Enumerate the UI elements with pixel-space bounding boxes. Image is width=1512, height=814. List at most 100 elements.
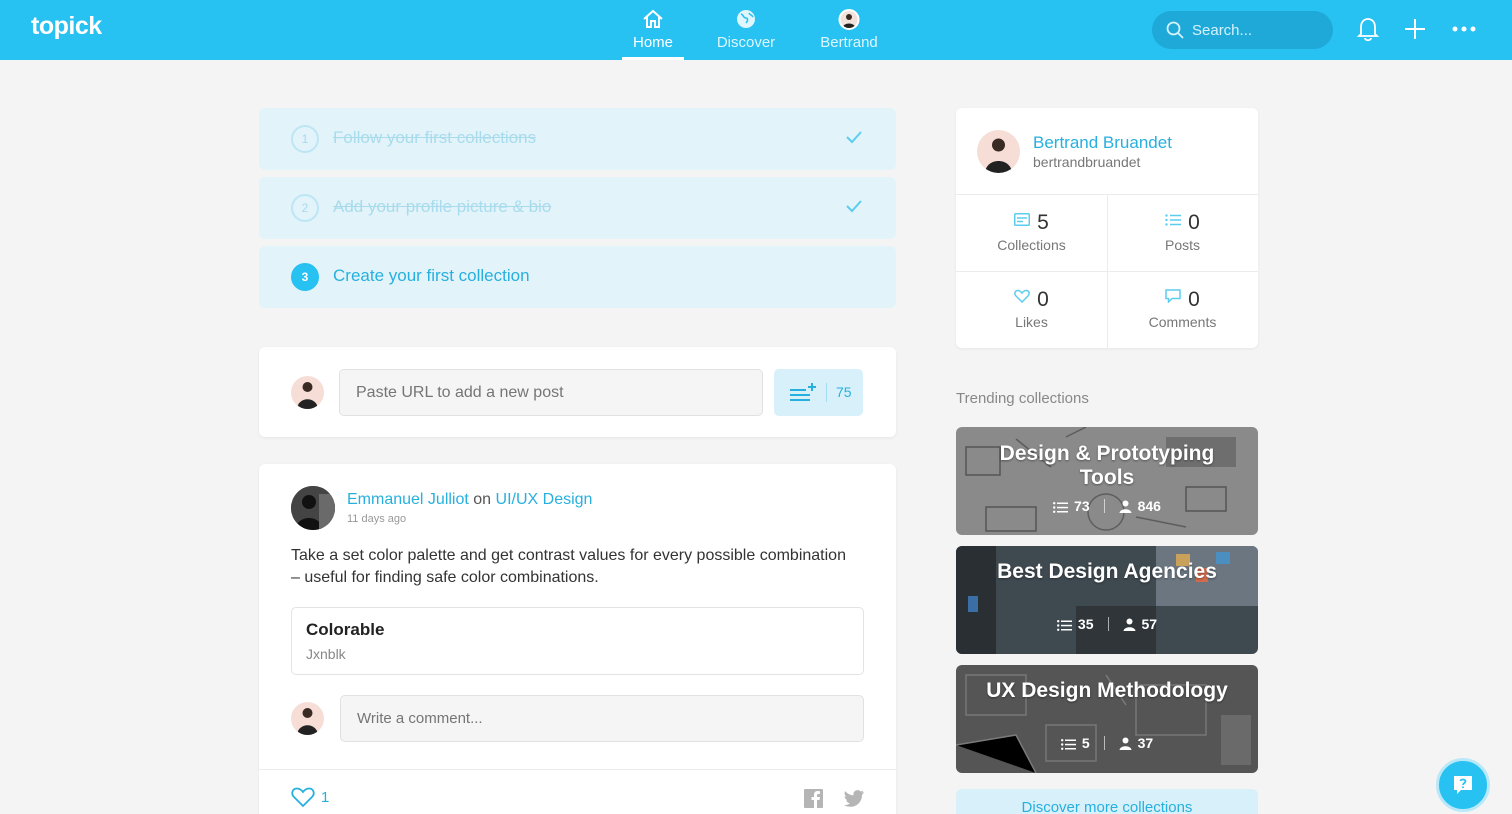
add-list-icon [790, 383, 816, 401]
link-source: Jxnblk [306, 646, 346, 662]
search-icon [1166, 21, 1184, 39]
discover-more-button[interactable]: Discover more collections [956, 789, 1258, 814]
step-label: Follow your first collections [333, 128, 537, 147]
stat-likes-label: Likes [1015, 314, 1048, 330]
user-icon [1119, 500, 1132, 513]
trending-collection-meta: 73 846 [956, 498, 1258, 514]
comment-input[interactable] [340, 695, 864, 742]
profile-name[interactable]: Bertrand Bruandet [1033, 133, 1172, 153]
onboarding-step-2[interactable]: 2 Add your profile picture & bio [259, 177, 896, 239]
collection-link[interactable]: UI/UX Design [496, 491, 593, 508]
profile-card: Bertrand Bruandet bertrandbruandet 5 Col… [956, 108, 1258, 348]
trending-collection-3[interactable]: UX Design Methodology 5 37 [956, 665, 1258, 773]
divider [259, 769, 896, 770]
on-text: on [473, 491, 492, 508]
comment-icon [1165, 289, 1181, 304]
nav-home[interactable]: Home [622, 0, 684, 60]
checkmark-icon [846, 131, 862, 144]
search-input[interactable] [1192, 11, 1322, 49]
step-label: Create your first collection [333, 266, 530, 285]
user-avatar [838, 9, 860, 30]
more-button[interactable] [1450, 15, 1478, 43]
divider [826, 383, 827, 402]
post-body: Take a set color palette and get contras… [291, 547, 846, 586]
posts-count: 73 [1074, 498, 1090, 514]
add-button[interactable] [1401, 15, 1429, 43]
plus-icon [1405, 19, 1425, 39]
stat-posts[interactable]: 0 Posts [1107, 195, 1258, 271]
trending-collection-2[interactable]: Best Design Agencies 35 57 [956, 546, 1258, 654]
new-post-card: 75 [259, 347, 896, 437]
posts-count: 5 [1081, 735, 1090, 751]
trending-title: Trending collections [956, 390, 1089, 407]
list-icon [1056, 620, 1072, 631]
stat-likes-value: 0 [1037, 288, 1049, 311]
trending-collection-meta: 5 37 [956, 735, 1258, 751]
stat-comments[interactable]: 0 Comments [1107, 272, 1258, 348]
post-header: Emmanuel Julliot on UI/UX Design [347, 491, 592, 509]
list-icon [1165, 214, 1182, 226]
home-icon [643, 9, 663, 28]
stat-posts-value: 0 [1188, 211, 1200, 234]
stat-collections[interactable]: 5 Collections [956, 195, 1107, 271]
checkmark-icon [846, 200, 862, 213]
followers-count: 57 [1141, 616, 1158, 632]
stat-comments-label: Comments [1148, 314, 1217, 330]
step-number: 1 [291, 125, 319, 153]
globe-icon [737, 10, 755, 28]
followers-count: 846 [1137, 498, 1161, 514]
user-avatar [291, 376, 324, 409]
search-box[interactable] [1152, 11, 1333, 49]
link-preview[interactable]: Colorable Jxnblk [291, 607, 864, 675]
step-label: Add your profile picture & bio [333, 197, 552, 216]
add-post-button[interactable]: 75 [774, 369, 863, 416]
nav-discover[interactable]: Discover [710, 0, 782, 60]
facebook-icon[interactable] [804, 789, 823, 808]
user-icon [1123, 618, 1135, 631]
trending-collection-meta: 35 57 [956, 616, 1258, 632]
trending-collection-name: Design & Prototyping Tools [999, 442, 1215, 489]
nav-profile-label: Bertrand [820, 34, 878, 51]
user-avatar [291, 702, 324, 735]
like-count: 1 [321, 789, 330, 806]
twitter-icon[interactable] [844, 790, 864, 807]
list-icon [1060, 739, 1076, 750]
post-timestamp: 11 days ago [347, 513, 407, 525]
list-icon [1053, 502, 1069, 513]
post-card: Emmanuel Julliot on UI/UX Design 11 days… [259, 464, 896, 814]
nav-home-label: Home [632, 34, 673, 51]
help-button[interactable] [1436, 758, 1490, 812]
post-count: 75 [836, 384, 852, 400]
stat-collections-value: 5 [1037, 211, 1049, 234]
profile-avatar[interactable] [977, 130, 1020, 173]
top-bar: topick Home Discover Bertrand [0, 0, 1512, 60]
onboarding-step-1[interactable]: 1 Follow your first collections [259, 108, 896, 170]
heart-icon[interactable] [291, 786, 315, 808]
trending-collection-name: Best Design Agencies [997, 560, 1217, 583]
link-title: Colorable [306, 620, 385, 639]
help-chat-icon [1454, 776, 1472, 794]
stat-posts-label: Posts [1164, 237, 1200, 253]
posts-count: 35 [1077, 616, 1094, 632]
trending-collection-1[interactable]: Design & Prototyping Tools 73 846 [956, 427, 1258, 535]
profile-handle: bertrandbruandet [1033, 154, 1141, 170]
collection-icon [1014, 213, 1031, 226]
nav-discover-label: Discover [716, 34, 776, 51]
stat-likes[interactable]: 0 Likes [956, 272, 1107, 348]
heart-icon [1014, 289, 1031, 304]
post-url-input[interactable] [339, 369, 763, 416]
author-avatar[interactable] [291, 486, 335, 530]
bell-icon [1356, 18, 1380, 42]
more-dots-icon [1452, 26, 1476, 32]
nav-profile[interactable]: Bertrand [814, 0, 884, 60]
step-number: 3 [291, 263, 319, 291]
user-icon [1119, 737, 1132, 750]
author-link[interactable]: Emmanuel Julliot [347, 491, 469, 508]
followers-count: 37 [1137, 735, 1154, 751]
onboarding-step-3[interactable]: 3 Create your first collection [259, 246, 896, 308]
stat-collections-label: Collections [997, 237, 1066, 253]
app-logo[interactable]: topick [31, 12, 102, 41]
trending-collection-name: UX Design Methodology [986, 679, 1228, 702]
notifications-button[interactable] [1355, 15, 1383, 43]
stat-comments-value: 0 [1188, 288, 1200, 311]
